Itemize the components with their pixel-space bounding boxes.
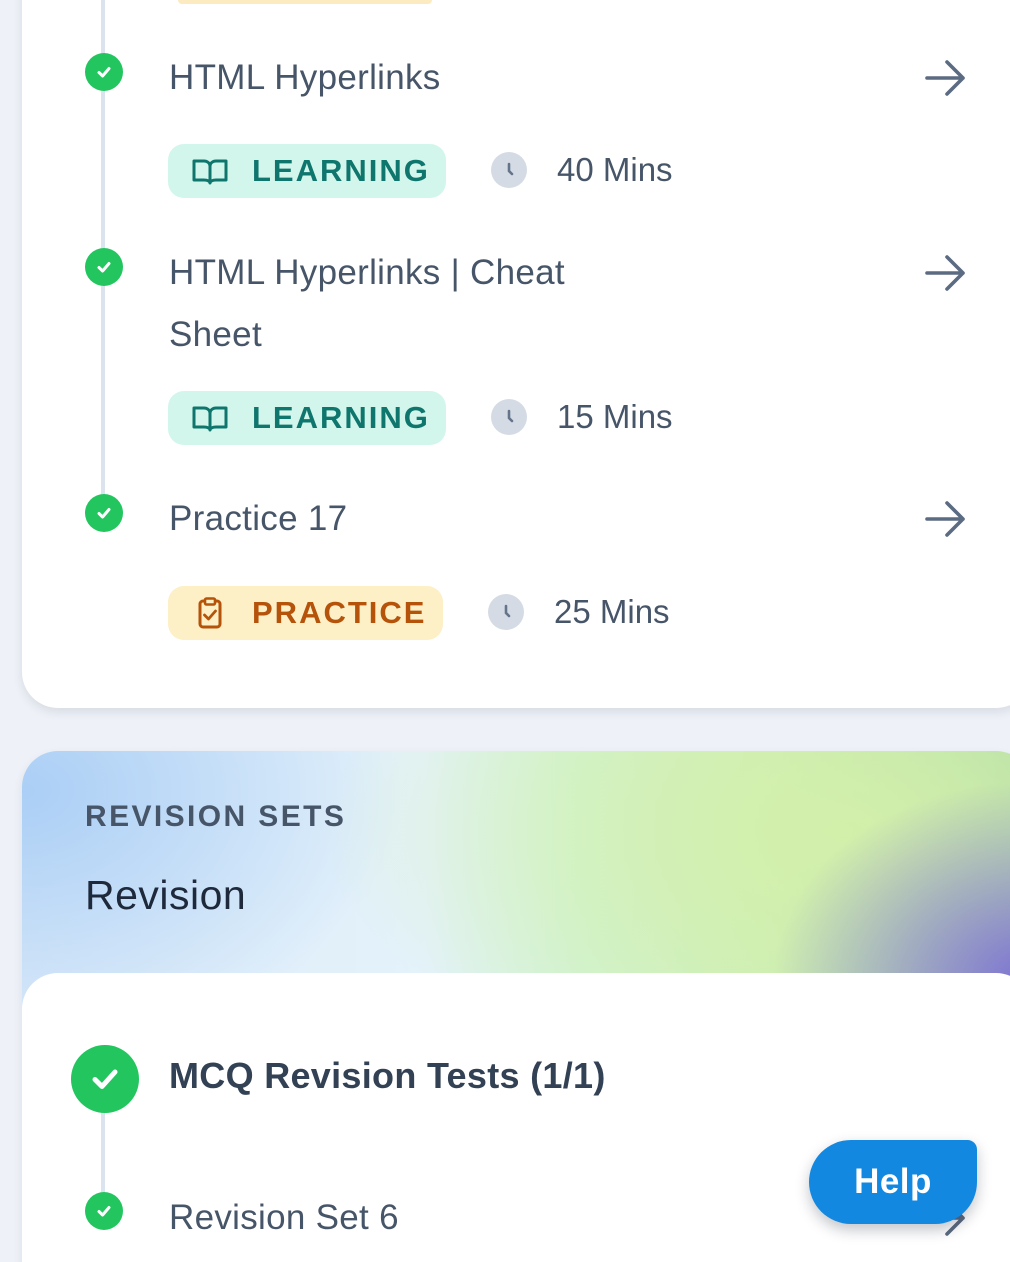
book-icon xyxy=(190,402,230,434)
clock-icon xyxy=(488,594,524,630)
arrow-right-icon[interactable] xyxy=(922,56,970,100)
section-label: REVISION SETS xyxy=(85,800,347,833)
clipboard-check-icon xyxy=(190,597,230,629)
lesson-title[interactable]: Practice 17 xyxy=(169,488,689,550)
group-title[interactable]: MCQ Revision Tests (1/1) xyxy=(169,1055,606,1097)
lesson-title-line: Sheet xyxy=(169,315,262,354)
arrow-right-icon[interactable] xyxy=(922,497,970,541)
clock-icon xyxy=(491,399,527,435)
learning-badge: LEARNING xyxy=(168,391,446,445)
book-icon xyxy=(190,155,230,187)
lesson-title[interactable]: HTML Hyperlinks xyxy=(169,47,689,109)
previous-item-badge xyxy=(178,0,432,4)
duration-text: 40 Mins xyxy=(557,151,673,188)
group-completed-check-icon xyxy=(71,1045,139,1113)
learning-badge: LEARNING xyxy=(168,144,446,198)
section-title: Revision xyxy=(85,872,247,918)
badge-label: PRACTICE xyxy=(252,595,427,630)
clock-icon xyxy=(491,152,527,188)
arrow-right-icon[interactable] xyxy=(922,251,970,295)
revision-set-title[interactable]: Revision Set 6 xyxy=(169,1187,689,1249)
duration-text: 25 Mins xyxy=(554,593,670,630)
completed-check-icon xyxy=(85,494,123,532)
completed-check-icon xyxy=(85,53,123,91)
lesson-title[interactable]: HTML Hyperlinks | Cheat Sheet xyxy=(169,242,689,366)
badge-label: LEARNING xyxy=(252,400,430,435)
help-button[interactable]: Help xyxy=(809,1140,977,1224)
practice-badge: PRACTICE xyxy=(168,586,443,640)
duration-text: 15 Mins xyxy=(557,398,673,435)
completed-check-icon xyxy=(85,1192,123,1230)
badge-label: LEARNING xyxy=(252,153,430,188)
completed-check-icon xyxy=(85,248,123,286)
lesson-title-line: HTML Hyperlinks | Cheat xyxy=(169,253,565,292)
